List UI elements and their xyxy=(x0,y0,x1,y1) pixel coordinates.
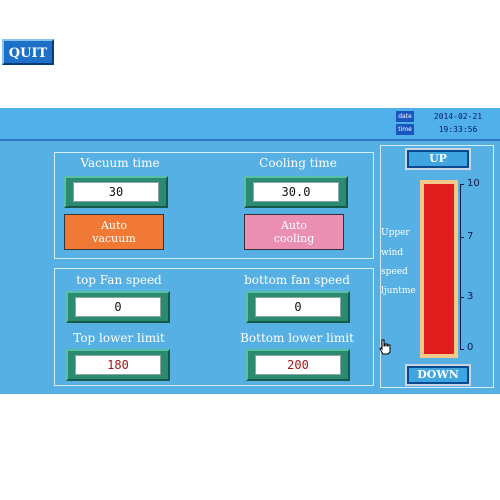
wind-label-line4: ljuntme xyxy=(381,286,416,296)
top-fan-speed-field[interactable]: 0 xyxy=(66,291,170,323)
auto-cooling-line2: cooling xyxy=(273,232,315,245)
top-lower-limit-field[interactable]: 180 xyxy=(66,349,170,381)
gauge-tick-label-3: 3 xyxy=(467,291,474,302)
time-label: time xyxy=(396,124,414,135)
gauge-fill xyxy=(424,184,454,354)
gauge-tick-label-0: 0 xyxy=(467,342,474,353)
gauge-tick-label-7: 7 xyxy=(467,231,474,242)
bottom-fan-speed-value: 0 xyxy=(255,297,341,317)
gauge-track xyxy=(424,184,454,354)
gauge-tick xyxy=(460,184,464,185)
date-label: date xyxy=(396,111,414,122)
auto-vacuum-line1: Auto xyxy=(100,219,128,232)
bottom-fan-speed-field[interactable]: 0 xyxy=(246,291,350,323)
vacuum-time-label: Vacuum time xyxy=(80,156,160,170)
top-lower-limit-value: 180 xyxy=(75,355,161,375)
cooling-time-field[interactable]: 30.0 xyxy=(244,176,348,208)
down-button[interactable]: DOWN xyxy=(405,364,471,386)
down-button-label: DOWN xyxy=(409,368,467,382)
wind-label-line2: wind xyxy=(381,248,404,258)
cooling-time-value: 30.0 xyxy=(253,182,339,202)
bottom-lower-limit-field[interactable]: 200 xyxy=(246,349,350,381)
top-fan-speed-value: 0 xyxy=(75,297,161,317)
bottom-lower-limit-label: Bottom lower limit xyxy=(240,331,354,345)
vacuum-time-value: 30 xyxy=(73,182,159,202)
time-value: 19:33:56 xyxy=(438,125,478,134)
gauge-scale-line xyxy=(460,184,461,350)
gauge-tick xyxy=(460,237,464,238)
up-button-label: UP xyxy=(409,152,467,166)
auto-cooling-button[interactable]: Auto cooling xyxy=(244,214,344,250)
wind-label-line1: Upper xyxy=(381,228,410,238)
auto-vacuum-button[interactable]: Auto vacuum xyxy=(64,214,164,250)
top-lower-limit-label: Top lower limit xyxy=(73,331,165,345)
gauge-tick-label-10: 10 xyxy=(467,178,480,189)
wind-label-line3: speed xyxy=(381,267,408,277)
vacuum-time-field[interactable]: 30 xyxy=(64,176,168,208)
cooling-time-label: Cooling time xyxy=(259,156,337,170)
date-value: 2014-02-21 xyxy=(433,112,483,121)
title-bar: date 2014-02-21 time 19:33:56 xyxy=(0,108,500,141)
top-fan-speed-label: top Fan speed xyxy=(76,273,162,287)
gauge-tick xyxy=(460,349,464,350)
gauge-tick xyxy=(460,297,464,298)
hand-cursor-icon xyxy=(379,339,391,355)
bottom-lower-limit-value: 200 xyxy=(255,355,341,375)
auto-cooling-line1: Auto xyxy=(280,219,308,232)
wind-speed-gauge xyxy=(420,180,458,358)
up-button[interactable]: UP xyxy=(405,148,471,170)
bottom-fan-speed-label: bottom fan speed xyxy=(244,273,350,287)
auto-vacuum-line2: vacuum xyxy=(92,232,136,245)
quit-button[interactable]: QUIT xyxy=(2,39,54,65)
